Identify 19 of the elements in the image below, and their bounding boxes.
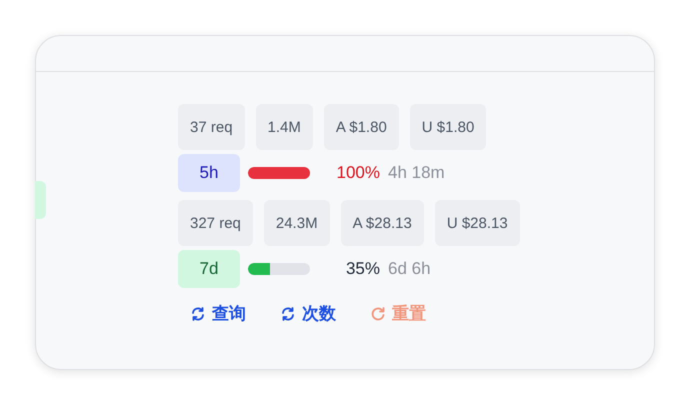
usage-percent: 100% — [336, 163, 380, 183]
refresh-icon — [280, 306, 296, 322]
window-badge: 7d — [178, 250, 240, 288]
action-button[interactable]: 查询 — [190, 302, 246, 325]
stat-chip: A $28.13 — [340, 200, 424, 246]
stat-chip: 1.4M — [256, 104, 313, 150]
stat-chip: U $1.80 — [410, 104, 486, 150]
stat-chip: A $1.80 — [324, 104, 399, 150]
reset-time: 6d 6h — [388, 259, 431, 279]
stat-chip: 37 req — [178, 104, 245, 150]
stat-chip: 327 req — [178, 200, 253, 246]
refresh-icon — [190, 306, 206, 322]
action-button[interactable]: 次数 — [280, 302, 336, 325]
stat-chip: U $28.13 — [434, 200, 520, 246]
reset-icon — [370, 306, 386, 322]
reset-time: 4h 18m — [388, 163, 445, 183]
usage-percent: 35% — [344, 259, 380, 279]
stat-chip: 24.3M — [264, 200, 330, 246]
window-badge: 5h — [178, 154, 240, 192]
